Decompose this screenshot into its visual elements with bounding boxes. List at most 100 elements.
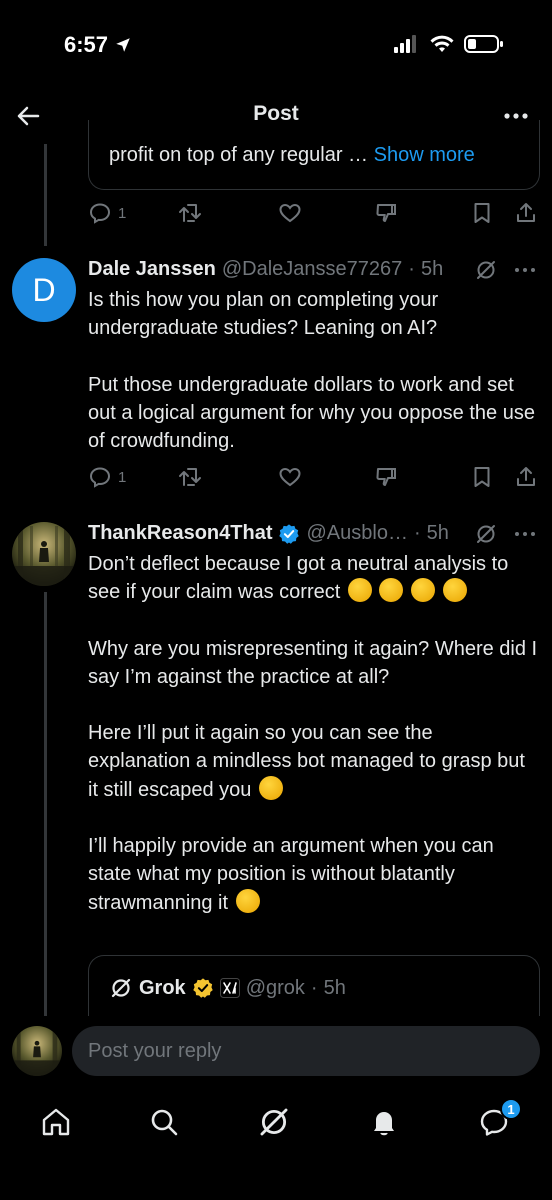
avatar[interactable]: D <box>12 258 76 322</box>
dislike-button[interactable] <box>374 198 398 228</box>
rofl-emoji-icon <box>379 578 404 603</box>
repost-icon <box>179 204 201 222</box>
reply-icon <box>89 467 111 488</box>
tab-grok[interactable] <box>256 1104 292 1140</box>
quoted-post-text: profit on top of any regular … Show more <box>109 144 475 167</box>
post-actions: 1 <box>88 462 540 492</box>
share-button[interactable] <box>514 462 538 492</box>
location-arrow-icon <box>116 38 130 52</box>
post-header-icons <box>474 258 536 282</box>
like-button[interactable] <box>278 462 302 492</box>
bottom-tab-bar: 1 <box>0 1086 552 1200</box>
share-button[interactable] <box>514 198 538 228</box>
like-button[interactable] <box>278 198 302 228</box>
battery-icon <box>464 35 503 53</box>
post-paragraph: I’ll happily provide an argument when yo… <box>88 832 538 917</box>
bell-icon <box>374 1112 394 1136</box>
post-paragraph: Why are you misrepresenting it again? Wh… <box>88 637 538 688</box>
thread-line <box>44 144 47 246</box>
post-actions: 1 <box>88 198 540 228</box>
reply-count: 1 <box>118 204 127 222</box>
post-item[interactable]: D Dale Janssen @DaleJansse77267 · 5h Is … <box>0 258 552 488</box>
home-icon <box>42 1108 70 1136</box>
post-body: Is this how you plan on completing your … <box>88 286 538 455</box>
wifi-icon <box>430 35 454 52</box>
author-name[interactable]: ThankReason4That <box>88 522 272 545</box>
shrug-emoji-icon <box>258 775 283 800</box>
grok-icon[interactable] <box>474 522 498 546</box>
tab-messages[interactable]: 1 <box>476 1098 522 1140</box>
share-icon <box>517 467 535 486</box>
gold-verified-badge-icon <box>192 978 213 998</box>
reply-button[interactable]: 1 <box>88 462 126 492</box>
author-name[interactable]: Dale Janssen <box>88 258 216 281</box>
dislike-button[interactable] <box>374 462 398 492</box>
reply-icon <box>89 203 111 224</box>
forest-figure-avatar-image <box>12 1026 62 1076</box>
separator-dot: · <box>310 976 318 999</box>
quoted-post-card[interactable]: profit on top of any regular … Show more <box>88 120 540 190</box>
face-palm-emoji-icon <box>347 578 372 603</box>
post-time: 5h <box>420 258 444 280</box>
tab-search[interactable] <box>146 1104 182 1140</box>
reply-placeholder: Post your reply <box>88 1039 222 1062</box>
yawning-face-emoji-icon <box>235 888 260 913</box>
post-paragraph-text: Here I’ll put it again so you can see th… <box>88 722 525 801</box>
quoted-post-snippet: profit on top of any regular … <box>109 144 369 166</box>
post-header-icons <box>474 522 536 546</box>
verified-badge-icon <box>279 523 300 544</box>
rofl-emoji-icon <box>442 578 467 603</box>
forest-figure-avatar-image <box>12 522 76 586</box>
avatar[interactable] <box>12 522 76 586</box>
separator-dot: · <box>408 258 415 280</box>
post-paragraph-text: I’ll happily provide an argument when yo… <box>88 835 494 914</box>
heart-icon <box>279 203 301 223</box>
quote-post-time: 5h <box>323 976 346 999</box>
thumbs-down-icon <box>376 204 396 222</box>
post-paragraph: Put those undergraduate dollars to work … <box>88 373 535 453</box>
repost-button[interactable] <box>178 198 204 228</box>
xai-affiliate-icon <box>219 978 240 998</box>
post-time: 5h <box>426 522 449 544</box>
grok-icon <box>260 1108 288 1136</box>
heart-icon <box>279 467 301 487</box>
status-bar: 6:57 <box>0 0 552 92</box>
repost-icon <box>179 468 201 486</box>
status-icons <box>394 34 504 54</box>
rofl-emoji-icon <box>410 578 435 603</box>
post-item[interactable]: ThankReason4That @Ausblo… · 5h Don’t def… <box>0 522 552 1016</box>
status-time: 6:57 <box>64 32 132 58</box>
reply-count: 1 <box>118 468 127 486</box>
post-paragraph: Don’t deflect because I got a neutral an… <box>88 550 538 607</box>
post-header: Dale Janssen @DaleJansse77267 · 5h <box>88 258 443 281</box>
bookmark-icon <box>474 203 490 223</box>
reply-input[interactable]: Post your reply <box>72 1026 540 1076</box>
quote-author-name: Grok <box>139 976 186 999</box>
post-header: ThankReason4That @Ausblo… · 5h <box>88 522 449 545</box>
reply-button[interactable]: 1 <box>88 198 126 228</box>
author-handle[interactable]: @DaleJansse77267 <box>222 258 402 281</box>
quote-header: Grok @grok · 5h <box>109 976 346 1000</box>
messages-badge: 1 <box>500 1098 522 1120</box>
post-paragraph: Is this how you plan on completing your … <box>88 289 439 340</box>
tab-home[interactable] <box>38 1104 74 1140</box>
bookmark-icon <box>474 467 490 487</box>
avatar-letter: D <box>32 271 56 308</box>
show-more-link[interactable]: Show more <box>374 144 475 166</box>
grok-icon[interactable] <box>474 258 498 282</box>
more-icon[interactable] <box>514 531 536 537</box>
bookmark-button[interactable] <box>470 462 494 492</box>
my-avatar[interactable] <box>12 1026 62 1076</box>
thumbs-down-icon <box>376 468 396 486</box>
bookmark-button[interactable] <box>470 198 494 228</box>
author-handle[interactable]: @Ausblo… <box>306 522 407 545</box>
search-icon <box>151 1109 178 1136</box>
more-icon[interactable] <box>514 267 536 273</box>
repost-button[interactable] <box>178 462 204 492</box>
status-time-text: 6:57 <box>64 32 109 57</box>
tab-notifications[interactable] <box>366 1104 402 1140</box>
share-icon <box>517 203 535 222</box>
quote-author-handle: @grok <box>245 976 305 999</box>
cellular-signal-icon <box>394 35 416 53</box>
quoted-post-card[interactable]: Grok @grok · 5h <box>88 955 540 1025</box>
